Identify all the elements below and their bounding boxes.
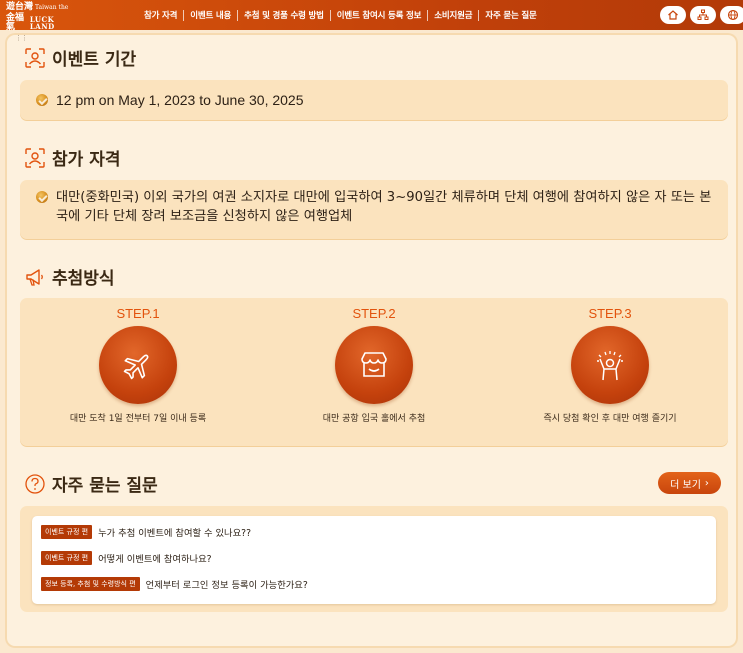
- nav-eligibility[interactable]: 참가 자격: [138, 9, 183, 21]
- faq-section-title: 자주 묻는 질문: [24, 471, 158, 496]
- logo-line1: 遊台灣: [6, 2, 34, 12]
- top-header: 遊台灣 Taiwan the 金福氣 LUCK LAND 참가 자격 이벤트 내용 …: [0, 0, 743, 32]
- megaphone-icon: [26, 268, 43, 286]
- logo-line1-small: Taiwan the: [35, 3, 69, 11]
- drag-handle-icon[interactable]: ⋮⋮: [15, 35, 28, 42]
- main-nav: 참가 자격 이벤트 내용 추첨 및 경품 수령 방법 이벤트 참여시 등록 정보…: [138, 0, 543, 30]
- logo-line2: 金福氣: [6, 13, 25, 32]
- eligibility-text: 대만(중화민국) 이외 국가의 여권 소지자로 대만에 입국하여 3~90일간 …: [56, 190, 712, 224]
- step-label: STEP.1: [116, 306, 160, 321]
- eligibility-box: 대만(중화민국) 이외 국가의 여권 소지자로 대만에 입국하여 3~90일간 …: [20, 180, 728, 239]
- step-icon-circle: [571, 326, 649, 404]
- nav-consumption-subsidy[interactable]: 소비지원금: [428, 9, 478, 21]
- faq-category-tag: 이벤트 규정 편: [41, 551, 93, 565]
- question-icon: [25, 473, 45, 494]
- main-panel: ⋮⋮ 이벤트 기간 12 pm on May 1, 2023 to June 3…: [5, 33, 738, 648]
- faq-item[interactable]: 이벤트 규정 편 누가 추첨 이벤트에 참여할 수 있나요??: [41, 525, 251, 539]
- step-3: STEP.3 즉시 당첨 확인 후 대만 여행 즐기기: [492, 298, 728, 446]
- step-description: 즉시 당첨 확인 후 대만 여행 즐기기: [543, 414, 677, 424]
- period-text: 12 pm on May 1, 2023 to June 30, 2025: [56, 92, 304, 108]
- sitemap-button[interactable]: [690, 6, 716, 24]
- logo-line2-small: LUCK LAND: [29, 15, 55, 31]
- airplane-icon: [123, 354, 149, 380]
- faq-item[interactable]: 이벤트 규정 편 어떻게 이벤트에 참여하나요?: [41, 551, 212, 565]
- step-label: STEP.2: [352, 306, 396, 321]
- step-2: STEP.2 대만 공항 입국 홀에서 추첨: [256, 298, 492, 446]
- step-icon-circle: [335, 326, 413, 404]
- sitemap-icon: [697, 9, 709, 20]
- period-box: 12 pm on May 1, 2023 to June 30, 2025: [20, 80, 728, 120]
- eligibility-title: 참가 자격: [52, 150, 121, 170]
- step-description: 대만 도착 1일 전부터 7일 이내 등록: [69, 414, 207, 424]
- faq-question[interactable]: 어떻게 이벤트에 참여하나요?: [98, 551, 211, 565]
- faq-category-tag: 이벤트 규정 편: [41, 525, 93, 539]
- site-logo[interactable]: 遊台灣 Taiwan the 金福氣 LUCK LAND: [6, 2, 72, 32]
- bullet-coin-icon: [36, 94, 48, 106]
- shop-icon: [361, 352, 387, 377]
- faq-item[interactable]: 정보 등록, 추첨 및 수령방식 편 언제부터 로그인 정보 등록이 가능한가요…: [41, 577, 308, 591]
- language-button[interactable]: [720, 6, 743, 24]
- step-1: STEP.1 대만 도착 1일 전부터 7일 이내 등록: [20, 298, 256, 446]
- steps-box: STEP.1 대만 도착 1일 전부터 7일 이내 등록 STEP.2 대만 공…: [20, 298, 728, 446]
- home-button[interactable]: [660, 6, 686, 24]
- chevron-right-icon: ›: [704, 477, 709, 489]
- language-icon: [727, 9, 739, 21]
- nav-faq[interactable]: 자주 묻는 질문: [479, 9, 542, 21]
- faq-list: 이벤트 규정 편 누가 추첨 이벤트에 참여할 수 있나요?? 이벤트 규정 편…: [32, 516, 716, 604]
- user-frame-icon: [25, 47, 45, 68]
- faq-box: 이벤트 규정 편 누가 추첨 이벤트에 참여할 수 있나요?? 이벤트 규정 편…: [20, 506, 728, 612]
- faq-title: 자주 묻는 질문: [52, 476, 158, 496]
- draw-title: 추첨방식: [52, 269, 115, 289]
- period-title: 이벤트 기간: [52, 50, 137, 70]
- step-description: 대만 공항 입국 홀에서 추첨: [322, 414, 426, 424]
- celebrate-icon: [597, 351, 623, 381]
- nav-draw-method[interactable]: 추첨 및 경품 수령 방법: [238, 9, 330, 21]
- faq-more-button[interactable]: 더 보기 ›: [658, 472, 721, 494]
- user-frame-icon: [25, 147, 45, 168]
- home-icon: [668, 10, 678, 20]
- nav-registration-info[interactable]: 이벤트 참여시 등록 정보: [331, 9, 427, 21]
- faq-question[interactable]: 언제부터 로그인 정보 등록이 가능한가요?: [146, 577, 308, 591]
- bullet-coin-icon: [36, 191, 48, 203]
- nav-event-content[interactable]: 이벤트 내용: [184, 9, 237, 21]
- eligibility-section-title: 참가 자격: [24, 145, 120, 170]
- draw-section-title: 추첨방식: [24, 264, 115, 289]
- period-section-title: 이벤트 기간: [24, 45, 136, 70]
- step-label: STEP.3: [588, 306, 632, 321]
- step-icon-circle: [99, 326, 177, 404]
- faq-question[interactable]: 누가 추첨 이벤트에 참여할 수 있나요??: [98, 525, 251, 539]
- faq-category-tag: 정보 등록, 추첨 및 수령방식 편: [41, 577, 140, 591]
- more-label: 더 보기: [670, 479, 701, 491]
